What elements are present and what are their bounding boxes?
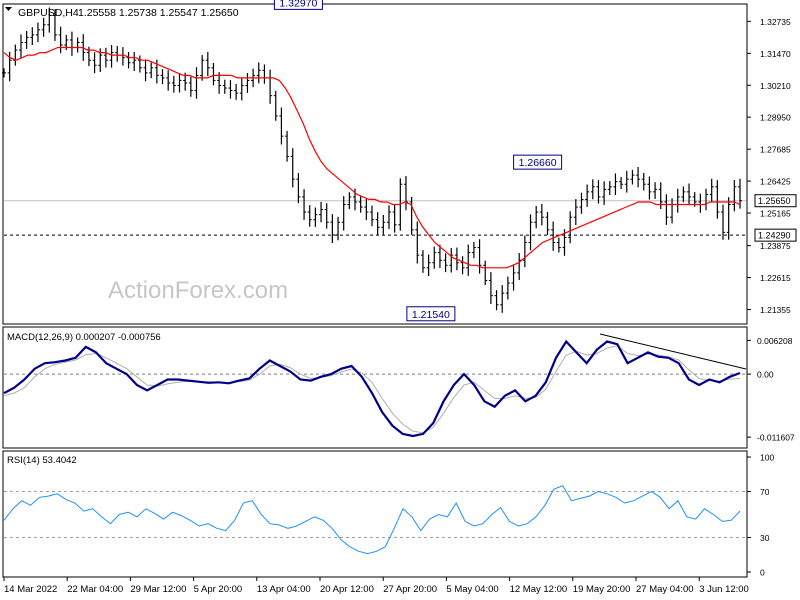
- price-tick-label: 1.23875: [760, 241, 791, 251]
- time-tick-label: 3 Jun 12:00: [699, 584, 749, 595]
- price-tick-label: 1.26425: [760, 177, 791, 187]
- price-tick-label: 1.25165: [760, 208, 791, 218]
- time-tick-label: 27 May 04:00: [636, 584, 694, 595]
- price-tick-label: 1.22615: [760, 273, 791, 283]
- time-tick-label: 29 Mar 12:00: [130, 584, 186, 595]
- time-tick-label: 20 Apr 12:00: [320, 584, 374, 595]
- current-price-badge: 1.25650: [754, 194, 797, 208]
- rsi-tick-label: 0: [760, 568, 765, 578]
- annotation-label: 1.32970: [279, 0, 317, 9]
- rsi-tick-label: 100: [760, 453, 774, 463]
- annotation-label: 1.21540: [412, 309, 450, 321]
- time-tick-label: 14 Mar 2022: [4, 584, 57, 595]
- macd-tick-label: 0.006208: [757, 336, 793, 346]
- price-tick-label: 1.28950: [760, 113, 791, 123]
- chart-window: 1.32970 1.26660 1.21540 ActionForex.com GB…: [0, 0, 800, 600]
- price-tick-label: 1.32735: [760, 17, 791, 27]
- macd-title: MACD(12,26,9) 0.000207 -0.000756: [7, 332, 161, 343]
- price-annotation: 1.26660: [513, 154, 563, 170]
- badge-label: 1.25650: [758, 196, 791, 206]
- price-tick-label: 1.21355: [760, 305, 791, 315]
- watermark: ActionForex.com: [108, 277, 288, 304]
- macd-tick-label: -0.011607: [757, 433, 795, 443]
- time-tick-label: 5 Apr 20:00: [194, 584, 243, 595]
- symbol-label: GBPUSD,H4: [18, 7, 79, 19]
- rsi-title: RSI(14) 53.4042: [7, 455, 77, 466]
- rsi-tick-label: 30: [760, 533, 770, 543]
- badge-label: 1.24290: [758, 231, 791, 241]
- price-tick-label: 1.31470: [760, 49, 791, 59]
- time-tick-label: 13 Apr 04:00: [257, 584, 311, 595]
- time-tick-label: 22 Mar 04:00: [67, 584, 123, 595]
- ohlc-label: 1.25558 1.25738 1.25547 1.25650: [78, 7, 239, 19]
- price-tick-label: 1.27685: [760, 145, 791, 155]
- time-tick-label: 12 May 12:00: [510, 584, 568, 595]
- time-tick-label: 19 May 20:00: [573, 584, 631, 595]
- price-annotation: 1.21540: [406, 306, 456, 322]
- annotation-label: 1.26660: [519, 157, 557, 169]
- rsi-tick-label: 70: [760, 487, 770, 497]
- time-tick-label: 5 May 04:00: [446, 584, 498, 595]
- price-tick-label: 1.30210: [760, 81, 791, 91]
- support-level-badge: 1.24290: [754, 228, 797, 242]
- macd-tick-label: 0.00: [757, 370, 774, 380]
- price-annotation: 1.32970: [273, 0, 323, 10]
- time-tick-label: 27 Apr 20:00: [383, 584, 437, 595]
